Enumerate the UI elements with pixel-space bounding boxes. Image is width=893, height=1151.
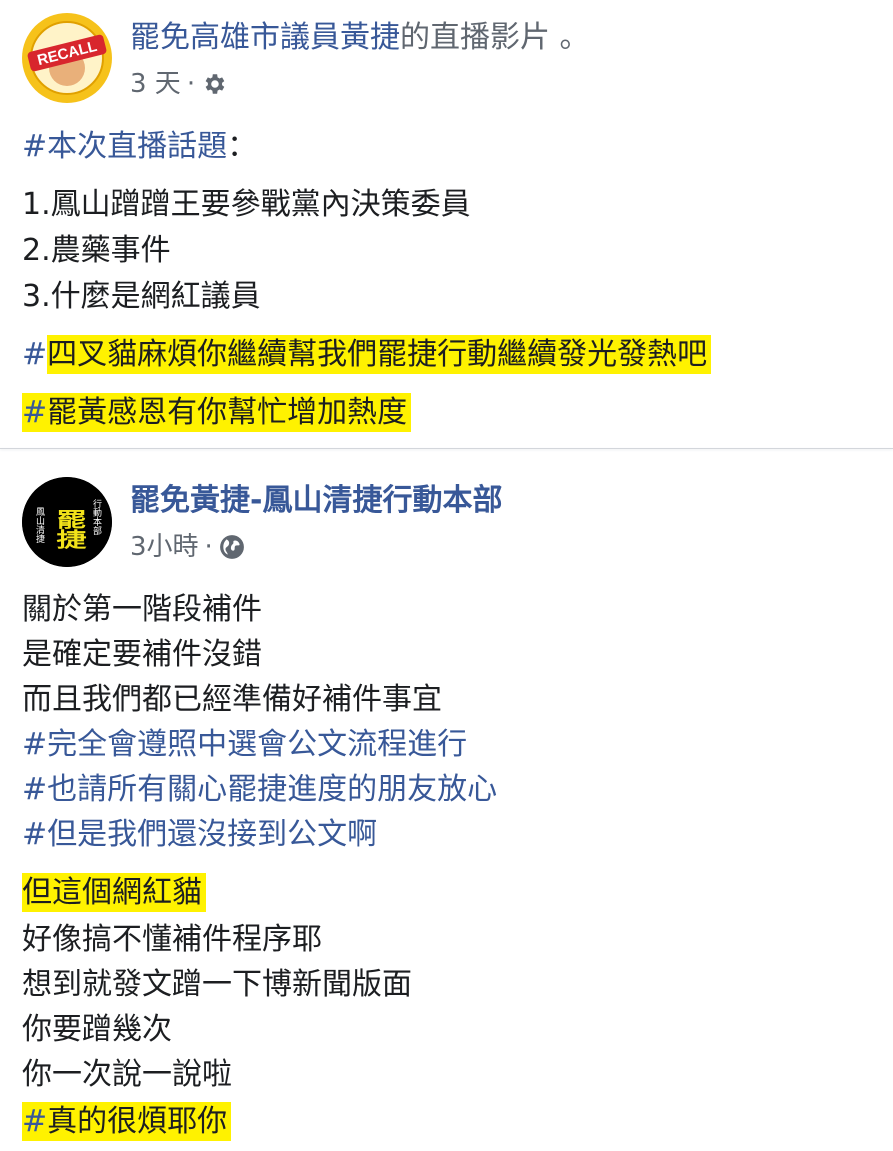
svg-text:行動本部: 行動本部 xyxy=(91,498,102,536)
meta-separator: · xyxy=(186,69,196,99)
post2-line-2: 是確定要補件沒錯 xyxy=(22,637,262,672)
post2-line-4: 好像搞不懂補件程序耶 xyxy=(22,922,322,957)
post2-hashtag-3[interactable]: #但是我們還沒接到公文啊 xyxy=(22,816,377,854)
post2-line-6: 你要蹭幾次 xyxy=(22,1012,172,1047)
post2-hashtag-1[interactable]: #完全會遵照中選會公文流程進行 xyxy=(22,726,467,764)
post2-line-5: 想到就發文蹭一下博新聞版面 xyxy=(22,967,412,1002)
post1-meta: 3 天 · xyxy=(130,68,227,100)
post-recall-live: RECALL 罷免高雄市議員黃捷的直播影片 。 3 天 · #本次直播話題： 1… xyxy=(0,0,893,448)
post1-topic-heading: #本次直播話題： xyxy=(22,129,258,164)
post1-author-line: 罷免高雄市議員黃捷的直播影片 。 xyxy=(130,20,590,56)
post2-timestamp[interactable]: 3小時 xyxy=(130,531,199,563)
svg-text:罷捷: 罷捷 xyxy=(51,509,87,550)
post1-hashtag-line-2[interactable]: #罷黃感恩有你幫忙增加熱度 xyxy=(22,393,412,432)
page-avatar-recall[interactable]: RECALL xyxy=(22,13,112,103)
post2-line-1: 關於第一階段補件 xyxy=(22,592,262,627)
post1-author-link[interactable]: 罷免高雄市議員黃捷 xyxy=(130,20,400,55)
post2-final-hashtag[interactable]: #真的很煩耶你 xyxy=(22,1102,232,1141)
post-fengshan-recall: 罷捷 鳳山清捷 行動本部 罷免黃捷-鳳山清捷行動本部 3小時 · 關於第一階段補… xyxy=(0,449,893,1151)
post2-highlight-line: 但這個網紅貓 xyxy=(22,873,206,912)
page-avatar-fengshan[interactable]: 罷捷 鳳山清捷 行動本部 xyxy=(22,477,112,567)
post2-author-link[interactable]: 罷免黃捷-鳳山清捷行動本部 xyxy=(130,483,502,518)
post2-line-3: 而且我們都已經準備好補件事宜 xyxy=(22,682,442,717)
post2-author-line: 罷免黃捷-鳳山清捷行動本部 xyxy=(130,483,502,519)
post1-hashtag-line-1[interactable]: #四叉貓麻煩你繼續幫我們罷捷行動繼續發光發熱吧 xyxy=(22,335,712,374)
post2-hashtag-2[interactable]: #也請所有關心罷捷進度的朋友放心 xyxy=(22,771,497,809)
hashtag-topic[interactable]: #本次直播話題 xyxy=(22,129,227,164)
post1-item-3: 3.什麼是網紅議員 xyxy=(22,279,261,314)
highlighted-hashtag: #罷黃感恩有你幫忙增加熱度 xyxy=(22,393,412,432)
post1-author-suffix: 的直播影片 。 xyxy=(400,20,590,55)
post1-item-2: 2.農藥事件 xyxy=(22,233,171,268)
gear-icon[interactable] xyxy=(201,71,227,97)
svg-text:鳳山清捷: 鳳山清捷 xyxy=(34,507,45,544)
post1-timestamp[interactable]: 3 天 xyxy=(130,68,181,100)
globe-icon[interactable] xyxy=(219,534,245,560)
highlighted-hashtag-text: 四叉貓麻煩你繼續幫我們罷捷行動繼續發光發熱吧 xyxy=(47,335,712,374)
meta-separator: · xyxy=(204,532,213,562)
post2-meta: 3小時 · xyxy=(130,531,245,563)
post2-line-7: 你一次說一說啦 xyxy=(22,1057,232,1092)
recall-logo-icon: RECALL xyxy=(23,14,111,102)
fengshan-logo-icon: 罷捷 鳳山清捷 行動本部 xyxy=(22,477,112,567)
post1-item-1: 1.鳳山蹭蹭王要參戰黨內決策委員 xyxy=(22,187,471,222)
